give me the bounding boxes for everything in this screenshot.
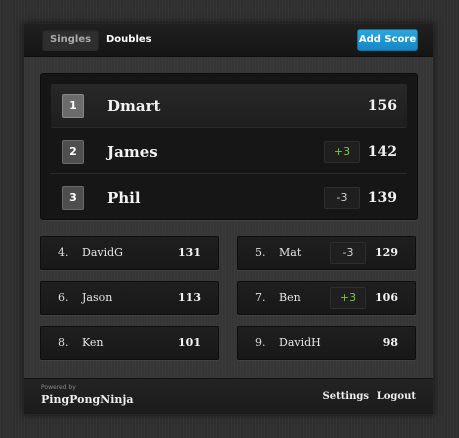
player-score: 131 [178, 246, 201, 259]
rank-number: 4. [58, 246, 69, 259]
app-window: Singles Doubles Add Score 1 Dmart 156 2 … [23, 23, 434, 415]
ranking-card-9[interactable]: 9. DavidH 98 [237, 326, 416, 360]
player-name: Ken [82, 336, 104, 349]
add-score-button[interactable]: Add Score [357, 29, 418, 51]
footer: Powered by PingPongNinja Settings Logout [24, 378, 433, 414]
player-score: 129 [375, 246, 398, 259]
rank-number: 6. [58, 291, 69, 304]
powered-by-label: Powered by [41, 384, 76, 391]
ranking-card-6[interactable]: 6. Jason 113 [40, 281, 219, 315]
rank-number: 9. [255, 336, 266, 349]
player-score: 142 [367, 144, 397, 160]
player-name: Ben [279, 291, 301, 304]
ranking-card-8[interactable]: 8. Ken 101 [40, 326, 219, 360]
tab-singles[interactable]: Singles [42, 29, 100, 51]
leaderboard-row-2[interactable]: 2 James +3 142 [51, 130, 407, 174]
rank-number: 8. [58, 336, 69, 349]
rank-number: 7. [255, 291, 266, 304]
player-name: Jason [82, 291, 113, 304]
top-navigation-bar: Singles Doubles Add Score [24, 24, 433, 57]
player-name: DavidG [82, 246, 123, 259]
ranking-card-5[interactable]: 5. Mat -3 129 [237, 236, 416, 270]
score-change-badge: -3 [330, 242, 366, 264]
leaderboard-row-1[interactable]: 1 Dmart 156 [51, 84, 407, 128]
score-change-badge: +3 [330, 287, 366, 309]
player-score: 98 [382, 336, 398, 349]
player-name: Dmart [107, 97, 161, 115]
player-score: 139 [367, 190, 397, 206]
brand-logo-text[interactable]: PingPongNinja [41, 393, 133, 406]
top-three-leaderboard: 1 Dmart 156 2 James +3 142 3 Phil -3 139 [40, 73, 418, 220]
ranking-card-7[interactable]: 7. Ben +3 106 [237, 281, 416, 315]
player-name: DavidH [279, 336, 321, 349]
rank-badge: 1 [62, 94, 84, 118]
player-score: 106 [375, 291, 398, 304]
rank-badge: 2 [62, 140, 84, 164]
player-score: 156 [367, 98, 397, 114]
player-score: 101 [178, 336, 201, 349]
ranking-card-4[interactable]: 4. DavidG 131 [40, 236, 219, 270]
tab-doubles[interactable]: Doubles [98, 29, 160, 51]
settings-link[interactable]: Settings [322, 379, 369, 415]
score-change-badge: -3 [324, 187, 360, 209]
score-change-badge: +3 [324, 141, 360, 163]
rank-badge: 3 [62, 186, 84, 210]
player-name: Mat [279, 246, 302, 259]
player-name: Phil [107, 189, 141, 207]
player-name: James [107, 143, 158, 161]
logout-link[interactable]: Logout [377, 379, 416, 415]
leaderboard-row-3[interactable]: 3 Phil -3 139 [51, 176, 407, 220]
player-score: 113 [178, 291, 201, 304]
rank-number: 5. [255, 246, 266, 259]
